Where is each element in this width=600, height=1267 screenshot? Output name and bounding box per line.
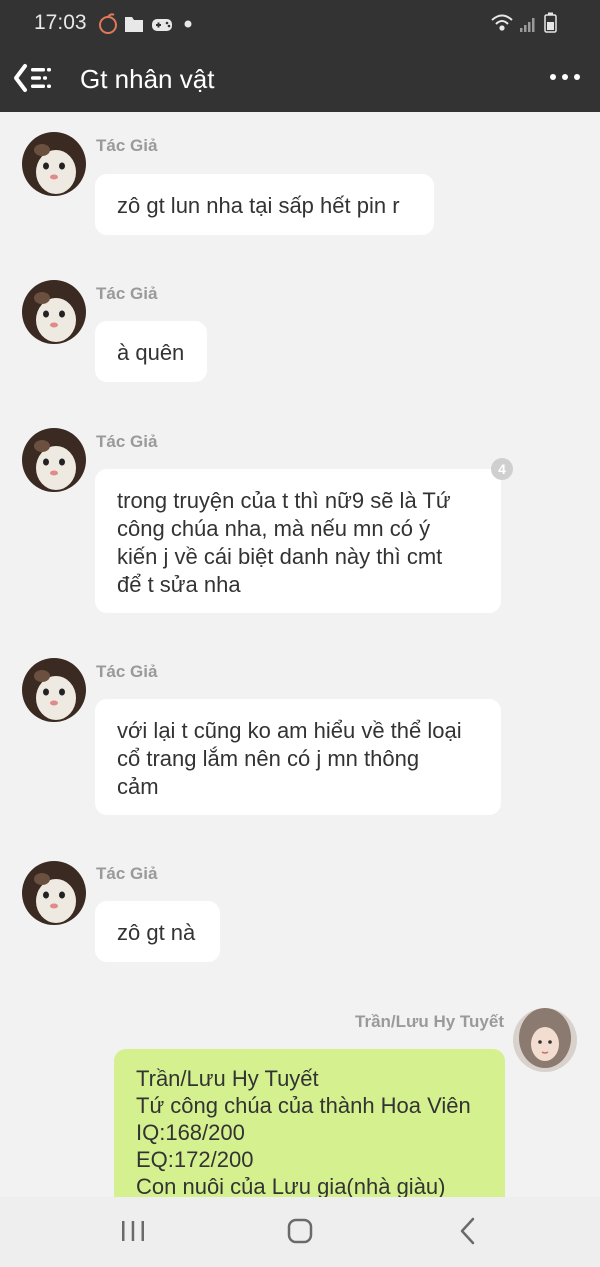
sender-name: Tác Giả — [96, 284, 158, 303]
sender-name: Tác Giả — [96, 864, 158, 883]
system-icons — [491, 12, 557, 33]
app-bar: Gt nhân vật — [0, 46, 600, 112]
message-bubble[interactable]: với lại t cũng ko am hiểu về thể loại cổ… — [95, 699, 501, 815]
back-icon[interactable] — [446, 1211, 490, 1251]
system-nav-bar — [0, 1197, 600, 1267]
notification-icons — [99, 13, 192, 34]
more-options-icon[interactable] — [548, 60, 582, 94]
cat-avatar[interactable] — [22, 428, 86, 492]
battery-icon — [544, 12, 557, 33]
signal-icon — [520, 18, 535, 32]
message-bubble[interactable]: Trần/Lưu Hy Tuyết Tứ công chúa của thành… — [114, 1049, 505, 1197]
gamepad-icon — [152, 19, 172, 31]
folder-icon — [125, 17, 143, 32]
message-bubble[interactable]: zô gt lun nha tại sấp hết pin r — [95, 174, 434, 235]
girl-avatar[interactable] — [513, 1008, 577, 1072]
wifi-icon — [491, 14, 513, 31]
cat-avatar[interactable] — [22, 132, 86, 196]
cat-avatar[interactable] — [22, 861, 86, 925]
message-bubble[interactable]: zô gt nà — [95, 901, 220, 962]
peach-icon — [99, 13, 117, 34]
cat-avatar[interactable] — [22, 658, 86, 722]
status-time: 17:03 — [34, 11, 87, 34]
recent-apps-icon[interactable] — [111, 1211, 155, 1251]
status-bar: 17:03 — [0, 0, 600, 46]
sender-name: Tác Giả — [96, 136, 158, 155]
back-menu-icon[interactable] — [12, 60, 56, 96]
sender-name: Trần/Lưu Hy Tuyết — [355, 1012, 504, 1031]
chat-list[interactable]: Tác Giả zô gt lun nha tại sấp hết pin r … — [0, 112, 600, 1197]
comment-count-badge[interactable]: 4 — [491, 458, 513, 480]
message-bubble[interactable]: trong truyện của t thì nữ9 sẽ là Tứ công… — [95, 469, 501, 613]
cat-avatar[interactable] — [22, 280, 86, 344]
sender-name: Tác Giả — [96, 662, 158, 681]
home-icon[interactable] — [278, 1211, 322, 1251]
dot-icon — [184, 20, 192, 28]
sender-name: Tác Giả — [96, 432, 158, 451]
message-bubble[interactable]: à quên — [95, 321, 207, 382]
page-title: Gt nhân vật — [80, 64, 215, 94]
